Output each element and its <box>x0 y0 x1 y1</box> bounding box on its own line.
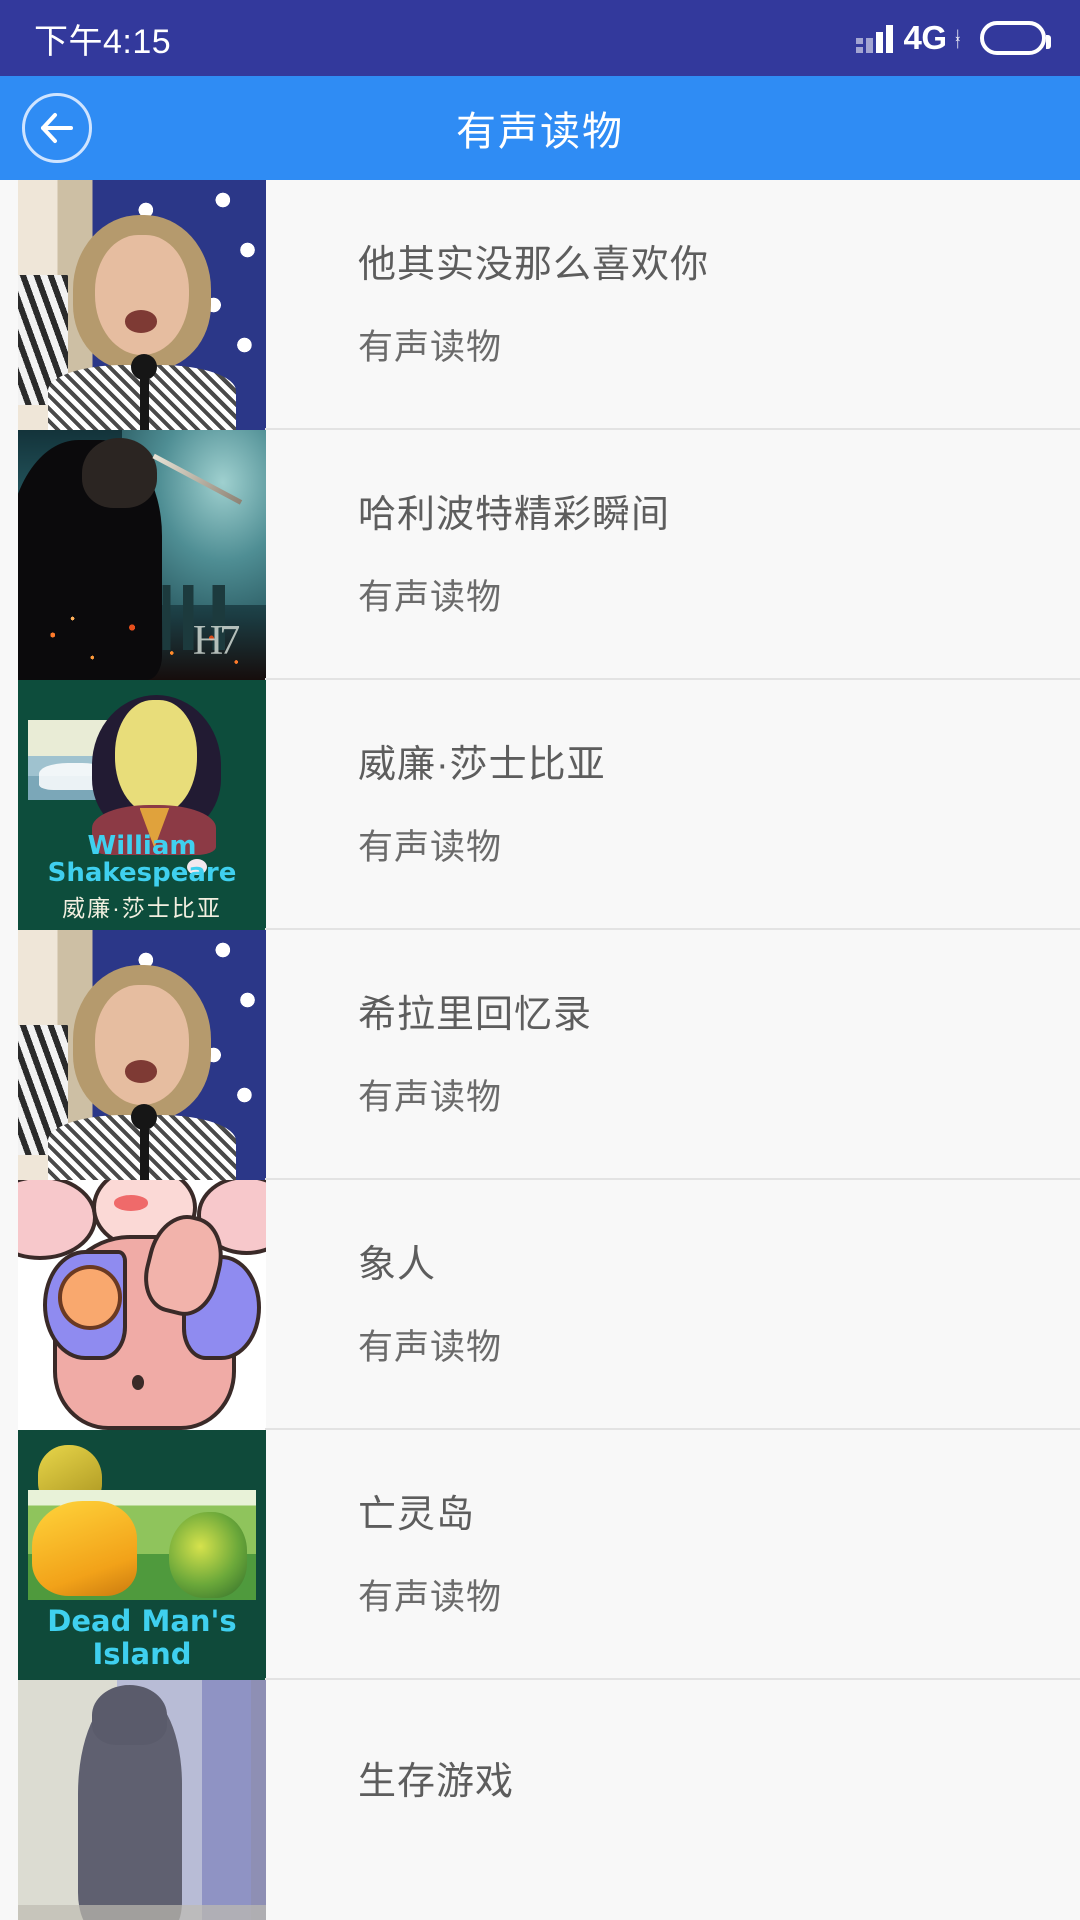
shakespeare-name-cn: 威廉·莎士比亚 <box>62 894 222 921</box>
list-item-thumbnail <box>18 1680 266 1920</box>
data-transfer-arrows-icon: ↓ ↑ <box>953 23 963 52</box>
list-item-subtitle: 有声读物 <box>358 327 503 367</box>
list-item-text: 威廉·莎士比亚 有声读物 <box>358 680 1060 930</box>
list-item-title: 希拉里回忆录 <box>358 993 593 1036</box>
list-item[interactable]: 希拉里回忆录 有声读物 <box>0 930 1080 1180</box>
signal-dots <box>856 38 864 53</box>
list-item-title: 象人 <box>358 1243 437 1286</box>
list-item-subtitle: 有声读物 <box>358 1077 503 1117</box>
app-root: 下午4:15 4G ↓ ↑ 有声读物 他其实没那么喜欢你 有声读物 H7 哈利波… <box>0 0 1080 1920</box>
list-item-subtitle: 有声读物 <box>358 827 503 867</box>
signal-bars-icon <box>856 23 894 53</box>
list-item-title: 亡灵岛 <box>358 1493 476 1536</box>
list-item-thumbnail <box>18 180 266 430</box>
list-item-thumbnail: William Shakespeare 威廉·莎士比亚 <box>18 680 266 930</box>
status-indicators: 4G ↓ ↑ <box>856 19 1051 57</box>
list-item-subtitle: 有声读物 <box>358 1327 503 1367</box>
battery-full-icon <box>980 21 1051 55</box>
shakespeare-name-en: William Shakespeare <box>47 830 237 889</box>
page-title: 有声读物 <box>456 110 624 154</box>
list-item-thumbnail <box>18 930 266 1180</box>
list-item[interactable]: 生存游戏 <box>0 1680 1080 1920</box>
list-item-text: 哈利波特精彩瞬间 有声读物 <box>358 430 1060 680</box>
list-item-text: 生存游戏 <box>358 1680 1060 1920</box>
app-header: 有声读物 <box>0 76 1080 180</box>
list-item[interactable]: 他其实没那么喜欢你 有声读物 <box>0 180 1080 430</box>
list-item-text: 象人 有声读物 <box>358 1180 1060 1430</box>
network-type-label: 4G <box>903 19 947 56</box>
list-item-text: 亡灵岛 有声读物 <box>358 1430 1060 1680</box>
list-item-thumbnail: H7 <box>18 430 266 680</box>
list-item[interactable]: 象人 有声读物 <box>0 1180 1080 1430</box>
list-item[interactable]: William Shakespeare 威廉·莎士比亚 威廉·莎士比亚 有声读物 <box>0 680 1080 930</box>
status-time: 下午4:15 <box>34 22 172 61</box>
list-item[interactable]: Dead Man's Island 亡灵岛 有声读物 <box>0 1430 1080 1680</box>
list-item-title: 他其实没那么喜欢你 <box>358 243 710 286</box>
dead-mans-island-title: Dead Man's Island <box>47 1604 237 1671</box>
harry-potter-logo: H7 <box>192 618 240 664</box>
list-item-subtitle: 有声读物 <box>358 577 503 617</box>
list-item-text: 他其实没那么喜欢你 有声读物 <box>358 180 1060 430</box>
status-bar: 下午4:15 4G ↓ ↑ <box>0 0 1080 76</box>
list-item-title: 威廉·莎士比亚 <box>358 743 606 786</box>
list-item-thumbnail <box>18 1180 266 1430</box>
list-item-thumbnail: Dead Man's Island <box>18 1430 266 1680</box>
list-item-title: 哈利波特精彩瞬间 <box>358 493 671 536</box>
audiobook-list[interactable]: 他其实没那么喜欢你 有声读物 H7 哈利波特精彩瞬间 有声读物 William … <box>0 180 1080 1920</box>
list-item-title: 生存游戏 <box>358 1761 515 1803</box>
arrow-left-icon <box>41 113 73 143</box>
list-item[interactable]: H7 哈利波特精彩瞬间 有声读物 <box>0 430 1080 680</box>
back-button[interactable] <box>22 93 92 163</box>
list-item-text: 希拉里回忆录 有声读物 <box>358 930 1060 1180</box>
list-item-subtitle: 有声读物 <box>358 1577 503 1617</box>
